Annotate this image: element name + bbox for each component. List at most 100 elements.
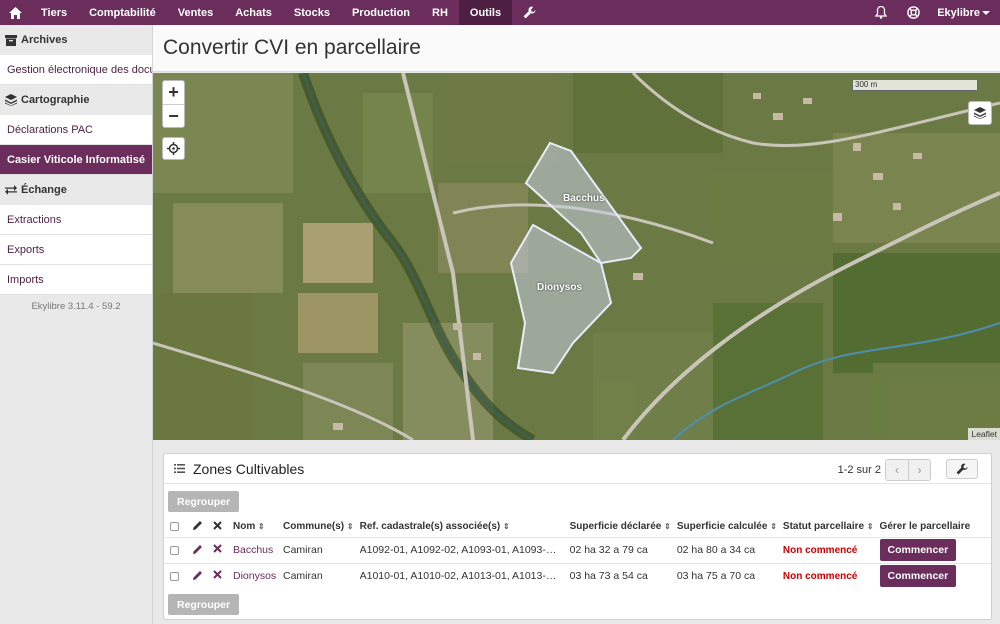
calculated-area-cell: 03 ha 75 a 70 ca bbox=[673, 562, 780, 589]
delete-cross-icon[interactable] bbox=[213, 544, 222, 553]
panel-title: Zones Cultivables bbox=[193, 460, 305, 477]
start-button[interactable]: Commencer bbox=[879, 565, 957, 588]
nav-outils[interactable]: Outils bbox=[458, 0, 513, 25]
status-cell: Non commencé bbox=[779, 562, 877, 589]
column-header-name[interactable]: Nom ⇕ bbox=[230, 517, 280, 537]
zoom-out-button[interactable]: − bbox=[163, 104, 184, 127]
column-label: Ref. cadastrale(s) associée(s) bbox=[359, 521, 501, 533]
top-navigation-bar: Tiers Comptabilité Ventes Achats Stocks … bbox=[0, 0, 1000, 25]
map-attribution[interactable]: Leaflet bbox=[968, 428, 1000, 440]
group-button-top[interactable]: Regrouper bbox=[168, 491, 240, 512]
column-label: Superficie calculée bbox=[676, 521, 768, 533]
sidebar-item-exports[interactable]: Exports bbox=[0, 235, 152, 265]
sidebar-item-casier-viticole[interactable]: Casier Viticole Informatisé bbox=[0, 145, 152, 175]
zones-table: Nom ⇕ Commune(s) ⇕ Ref. cadastrale(s) as… bbox=[164, 517, 991, 589]
next-page-button[interactable]: › bbox=[908, 460, 930, 480]
cadastral-cell: A1092-01, A1092-02, A1093-01, A1093-02, … bbox=[359, 544, 560, 557]
pagination-info: 1-2 sur 2 bbox=[837, 464, 881, 476]
commune-cell: Camiran bbox=[280, 562, 357, 589]
pencil-icon bbox=[193, 521, 202, 531]
table-settings-button[interactable] bbox=[946, 459, 978, 479]
row-checkbox[interactable] bbox=[170, 545, 179, 555]
delete-cross-icon bbox=[213, 521, 222, 530]
nav-achats[interactable]: Achats bbox=[224, 0, 283, 25]
sidebar-item-imports[interactable]: Imports bbox=[0, 265, 152, 295]
edit-pencil-icon[interactable] bbox=[193, 544, 203, 554]
row-checkbox[interactable] bbox=[170, 571, 179, 581]
column-label: Superficie déclarée bbox=[569, 521, 662, 533]
home-icon[interactable] bbox=[0, 0, 30, 25]
sidebar-item-declarations-pac[interactable]: Déclarations PAC bbox=[0, 115, 152, 145]
section-title: Cartographie bbox=[21, 94, 90, 106]
edit-pencil-icon[interactable] bbox=[193, 570, 203, 580]
user-name: Ekylibre bbox=[937, 6, 980, 19]
zone-name-link[interactable]: Dionysos bbox=[230, 562, 280, 589]
nav-production[interactable]: Production bbox=[341, 0, 421, 25]
zones-panel: Zones Cultivables 1-2 sur 2 ‹ › Regroupe… bbox=[163, 453, 992, 620]
nav-ventes[interactable]: Ventes bbox=[167, 0, 224, 25]
sidebar-item-ged[interactable]: Gestion électronique des docu... bbox=[0, 55, 152, 85]
column-header-status[interactable]: Statut parcellaire ⇕ bbox=[780, 517, 877, 537]
cadastral-cell: A1010-01, A1010-02, A1013-01, A1013-02, … bbox=[359, 570, 560, 583]
nav-comptabilite[interactable]: Comptabilité bbox=[78, 0, 167, 25]
commune-cell: Camiran bbox=[280, 536, 357, 563]
pagination: 1-2 sur 2 ‹ › bbox=[838, 459, 931, 481]
column-label: Statut parcellaire bbox=[782, 521, 865, 533]
sort-icon: ⇕ bbox=[770, 522, 777, 532]
map-scale: 300 m bbox=[852, 80, 978, 91]
status-cell: Non commencé bbox=[779, 536, 877, 563]
nav-rh[interactable]: RH bbox=[421, 0, 459, 25]
column-header-manage: Gérer le parcellaire bbox=[879, 521, 971, 533]
column-header-commune[interactable]: Commune(s) ⇕ bbox=[280, 517, 357, 537]
map-view[interactable]: Bacchus Dionysos + − 300 m Leaflet bbox=[153, 73, 1000, 440]
wrench-icon[interactable] bbox=[512, 0, 547, 25]
nav-stocks[interactable]: Stocks bbox=[283, 0, 341, 25]
zoom-in-button[interactable]: + bbox=[163, 81, 184, 104]
layers-icon bbox=[974, 107, 986, 119]
sort-icon: ⇕ bbox=[866, 522, 874, 532]
sidebar-section-cartographie: Cartographie bbox=[0, 85, 152, 115]
zone-name-link[interactable]: Bacchus bbox=[230, 536, 280, 563]
sidebar-section-echange: Échange bbox=[0, 175, 152, 205]
sort-icon: ⇕ bbox=[664, 522, 671, 532]
section-title: Échange bbox=[21, 184, 67, 196]
group-button-bottom[interactable]: Regrouper bbox=[168, 594, 240, 615]
column-label: Commune(s) bbox=[283, 521, 345, 533]
sidebar: Archives Gestion électronique des docu..… bbox=[0, 25, 153, 624]
delete-cross-icon[interactable] bbox=[213, 570, 222, 579]
map-zone-label[interactable]: Bacchus bbox=[563, 193, 605, 204]
table-header-row: Nom ⇕ Commune(s) ⇕ Ref. cadastrale(s) as… bbox=[164, 517, 991, 537]
archive-icon bbox=[5, 34, 17, 46]
previous-page-button[interactable]: ‹ bbox=[886, 460, 908, 480]
crosshair-icon bbox=[167, 142, 180, 155]
select-all-checkbox[interactable] bbox=[170, 522, 179, 532]
app-version: Ekylibre 3.11.4 - 59.2 bbox=[31, 301, 121, 312]
section-title: Archives bbox=[21, 34, 68, 46]
layers-button[interactable] bbox=[968, 101, 992, 125]
locate-button[interactable] bbox=[162, 137, 185, 160]
calculated-area-cell: 02 ha 80 a 34 ca bbox=[673, 536, 780, 563]
sort-icon: ⇕ bbox=[258, 522, 265, 532]
user-menu[interactable]: Ekylibre bbox=[929, 0, 1000, 25]
column-header-declared[interactable]: Superficie déclarée ⇕ bbox=[567, 517, 674, 537]
nav-tiers[interactable]: Tiers bbox=[30, 0, 78, 25]
column-header-calculated[interactable]: Superficie calculée ⇕ bbox=[674, 517, 780, 537]
bell-icon[interactable] bbox=[865, 0, 897, 25]
start-button[interactable]: Commencer bbox=[879, 539, 957, 561]
sort-icon: ⇕ bbox=[503, 522, 510, 532]
zoom-control: + − bbox=[162, 80, 185, 128]
exchange-icon bbox=[5, 185, 17, 195]
layers-icon bbox=[5, 94, 17, 106]
column-header-cadastral[interactable]: Ref. cadastrale(s) associée(s) ⇕ bbox=[357, 517, 567, 537]
table-row: Dionysos Camiran A1010-01, A1010-02, A10… bbox=[164, 562, 991, 589]
sidebar-item-extractions[interactable]: Extractions bbox=[0, 205, 152, 235]
map-zone-label[interactable]: Dionysos bbox=[537, 282, 582, 293]
sidebar-section-archives: Archives bbox=[0, 25, 152, 55]
declared-area-cell: 02 ha 32 a 79 ca bbox=[566, 536, 674, 563]
list-icon bbox=[174, 464, 185, 473]
wrench-icon bbox=[956, 463, 968, 475]
column-label: Nom bbox=[233, 521, 256, 533]
declared-area-cell: 03 ha 73 a 54 ca bbox=[566, 562, 674, 589]
help-lifebuoy-icon[interactable] bbox=[897, 0, 929, 25]
caret-down-icon bbox=[982, 10, 990, 15]
